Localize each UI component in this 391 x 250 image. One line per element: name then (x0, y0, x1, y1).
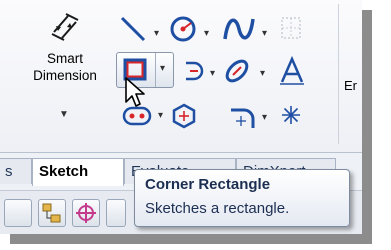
smart-dimension-label-line2: Dimension (33, 68, 97, 83)
surface-grid-icon (281, 17, 301, 39)
fillet-plus-icon (236, 116, 246, 126)
smart-dimension-label: Smart Dimension (28, 50, 102, 84)
reference-geometry-button[interactable] (72, 199, 100, 227)
feature-tree-icon (42, 203, 61, 223)
fillet-dropdown-chevron-icon[interactable]: ▾ (262, 112, 267, 123)
rectangle-dropdown-chevron-icon[interactable]: ▾ (160, 63, 165, 74)
chevron-down-icon[interactable]: ▼ (59, 109, 69, 120)
button-split-divider (155, 53, 156, 87)
ribbon-separator (338, 4, 339, 144)
command-manager-ribbon: Smart Dimension ▼ ▾ ▾ ▾ ▾ ▾ ▾ ▾ ▾ Er (0, 0, 362, 153)
polygon-icon[interactable] (170, 102, 198, 130)
spline-dropdown-chevron-icon[interactable]: ▾ (262, 28, 267, 39)
slot-dropdown-chevron-icon[interactable]: ▾ (210, 68, 215, 79)
circle-icon[interactable] (168, 14, 198, 44)
solidworks-window: Smart Dimension ▼ ▾ ▾ ▾ ▾ ▾ ▾ ▾ ▾ Er s S… (0, 0, 362, 234)
line-dropdown-chevron-icon[interactable]: ▾ (154, 28, 159, 39)
feature-tree-button[interactable] (38, 199, 66, 227)
text-icon[interactable] (278, 56, 306, 86)
slot-icon[interactable] (180, 56, 208, 86)
smart-dimension-label-line1: Smart (46, 51, 83, 66)
ellipse-icon[interactable] (222, 56, 252, 86)
tab-previous-partial[interactable]: s (0, 158, 32, 184)
truncated-command-label[interactable]: Er (344, 78, 357, 93)
point-icon[interactable] (280, 104, 302, 126)
tooltip-title: Corner Rectangle (145, 176, 271, 193)
smart-dimension-icon (51, 13, 79, 41)
ellipse-dropdown-chevron-icon[interactable]: ▾ (260, 68, 265, 79)
smart-dimension-button[interactable]: Smart Dimension ▼ (28, 6, 102, 140)
toolbar-button-partial-right[interactable] (106, 199, 126, 227)
spline-icon[interactable] (222, 14, 256, 44)
tooltip: Corner Rectangle Sketches a rectangle. (134, 169, 350, 227)
origin-crosshair-icon (76, 203, 96, 223)
circle-dropdown-chevron-icon[interactable]: ▾ (204, 28, 209, 39)
straight-slot-dropdown-chevron-icon[interactable]: ▾ (158, 110, 163, 121)
mouse-cursor-icon (125, 77, 145, 107)
toolbar-button-partial[interactable] (4, 199, 32, 227)
tooltip-description: Sketches a rectangle. (145, 200, 290, 217)
tab-sketch[interactable]: Sketch (32, 158, 124, 186)
line-icon[interactable] (118, 14, 148, 44)
